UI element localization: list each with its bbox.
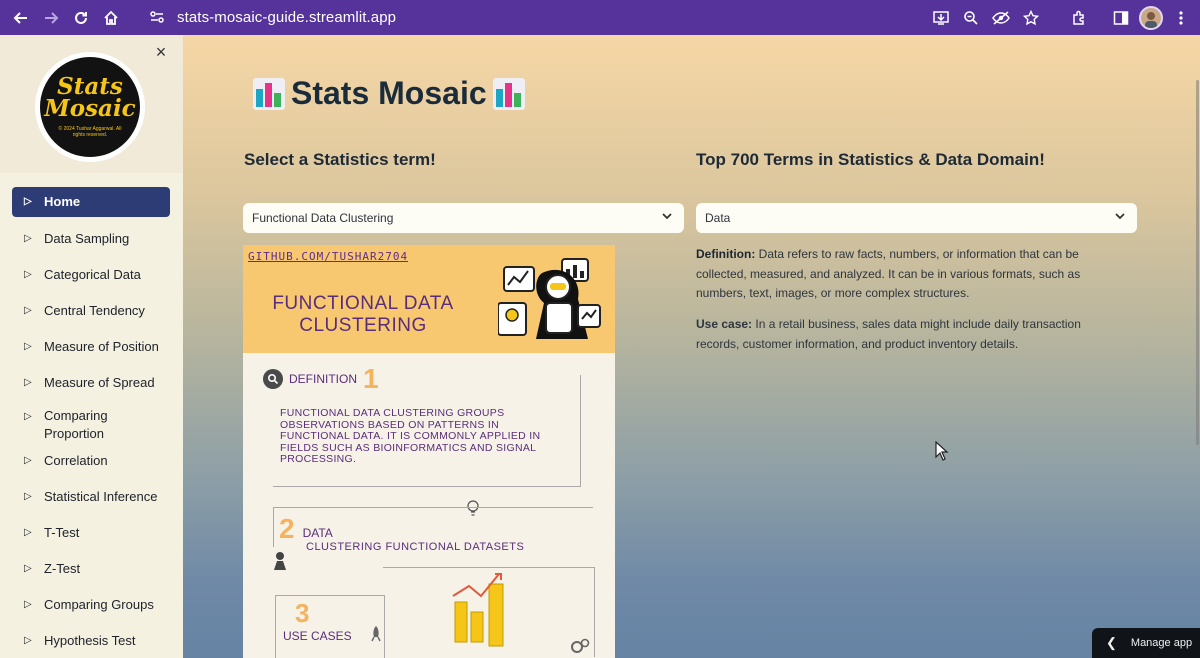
- main-content: Stats Mosaic Select a Statistics term! T…: [183, 35, 1200, 658]
- triangle-right-icon: ▷: [24, 455, 32, 466]
- address-bar[interactable]: stats-mosaic-guide.streamlit.app: [143, 4, 1031, 30]
- sidebar-item-t-test[interactable]: ▷ T-Test: [12, 517, 170, 547]
- forward-arrow-icon[interactable]: [36, 3, 66, 33]
- sidebar-item-home[interactable]: ▷ Home: [12, 187, 170, 217]
- growth-chart-icon: [452, 573, 504, 647]
- term-infographic: GITHUB.COM/TUSHAR2704 FUNCTIONAL DATA CL…: [243, 245, 615, 658]
- back-arrow-icon[interactable]: [6, 3, 36, 33]
- definition-heading: DEFINITION 1: [263, 363, 379, 395]
- bar-chart-icon: [492, 77, 525, 110]
- triangle-right-icon: ▷: [24, 269, 32, 280]
- sidebar: Stats Mosaic © 2024 Tushar Aggarwal. All…: [0, 35, 183, 658]
- robot-illustration-icon: [498, 258, 601, 339]
- app-logo: Stats Mosaic © 2024 Tushar Aggarwal. All…: [35, 52, 145, 162]
- rocket-icon: [371, 626, 381, 642]
- triangle-right-icon: ▷: [24, 377, 32, 388]
- definition-paragraph: Definition: Data refers to raw facts, nu…: [696, 245, 1106, 304]
- site-settings-icon[interactable]: [143, 4, 171, 30]
- usecase-label: Use case:: [696, 317, 753, 331]
- reload-icon[interactable]: [66, 3, 96, 33]
- sidebar-item-comparing-groups[interactable]: ▷ Comparing Groups: [12, 589, 170, 619]
- sidebar-item-data-sampling[interactable]: ▷ Data Sampling: [12, 223, 170, 253]
- close-sidebar-icon[interactable]: ×: [152, 42, 170, 62]
- sidebar-item-measure-of-spread[interactable]: ▷ Measure of Spread: [12, 367, 170, 397]
- sidebar-header: Stats Mosaic © 2024 Tushar Aggarwal. All…: [0, 35, 183, 173]
- sidebar-item-measure-of-position[interactable]: ▷ Measure of Position: [12, 331, 170, 361]
- manage-app-button[interactable]: ❮ Manage app: [1092, 628, 1200, 658]
- person-plant-icon: [274, 552, 286, 570]
- triangle-right-icon: ▷: [24, 305, 32, 316]
- profile-avatar[interactable]: [1136, 3, 1166, 33]
- logo-line-2: Mosaic: [44, 95, 136, 122]
- more-menu-icon[interactable]: [1166, 3, 1196, 33]
- main-scrollbar[interactable]: [1196, 80, 1199, 445]
- triangle-right-icon: ▷: [24, 196, 32, 207]
- sidebar-item-central-tendency[interactable]: ▷ Central Tendency: [12, 295, 170, 325]
- definition-label: Definition:: [696, 247, 756, 261]
- triangle-right-icon: ▷: [24, 599, 32, 610]
- top-terms-select[interactable]: Data: [696, 203, 1137, 233]
- side-panel-icon[interactable]: [1106, 3, 1136, 33]
- triangle-right-icon: ▷: [24, 233, 32, 244]
- sidebar-item-comparing-proportion[interactable]: ▷ Comparing Proportion: [12, 403, 170, 445]
- triangle-right-icon: ▷: [24, 411, 32, 422]
- zoom-icon[interactable]: [956, 3, 986, 33]
- sidebar-item-hypothesis-test[interactable]: ▷ Hypothesis Test: [12, 625, 170, 655]
- section-number-3: 3: [295, 598, 310, 628]
- nav-menu: ▷ Home ▷ Data Sampling ▷ Categorical Data ▷…: [0, 187, 183, 658]
- sidebar-item-categorical-data[interactable]: ▷ Categorical Data: [12, 259, 170, 289]
- gears-icon: [571, 638, 590, 653]
- usecase-text: In a retail business, sales data might i…: [696, 317, 1081, 351]
- infographic-title: FUNCTIONAL DATA CLUSTERING: [272, 293, 454, 336]
- eye-off-icon[interactable]: [986, 3, 1016, 33]
- magnifier-icon: [263, 369, 283, 389]
- triangle-right-icon: ▷: [24, 341, 32, 352]
- manage-app-label: Manage app: [1130, 637, 1193, 649]
- select-term-heading: Select a Statistics term!: [244, 150, 436, 169]
- logo-copyright: © 2024 Tushar Aggarwal. All rights reser…: [58, 126, 122, 138]
- url-text[interactable]: stats-mosaic-guide.streamlit.app: [177, 9, 396, 26]
- github-link-text: GITHUB.COM/TUSHAR2704: [248, 250, 409, 263]
- extensions-icon[interactable]: [1064, 3, 1094, 33]
- term-select-value: Functional Data Clustering: [252, 211, 394, 225]
- sidebar-item-correlation[interactable]: ▷ Correlation: [12, 445, 170, 475]
- bookmark-star-icon[interactable]: [1016, 3, 1046, 33]
- triangle-right-icon: ▷: [24, 491, 32, 502]
- bar-chart-icon: [253, 77, 285, 110]
- triangle-right-icon: ▷: [24, 527, 32, 538]
- section-number-2: 2: [279, 513, 295, 544]
- chevron-down-icon: [662, 213, 672, 220]
- data-subtext: CLUSTERING FUNCTIONAL DATASETS: [306, 541, 525, 553]
- section-number-1: 1: [363, 363, 379, 394]
- usecase-heading: 3 USE CASES: [283, 598, 352, 643]
- infographic-definition-text: Functional data clustering groups observ…: [280, 407, 541, 465]
- home-icon[interactable]: [96, 3, 126, 33]
- page-title: Stats Mosaic: [247, 75, 531, 112]
- page-title-text: Stats Mosaic: [291, 75, 487, 111]
- triangle-right-icon: ▷: [24, 635, 32, 646]
- browser-toolbar: stats-mosaic-guide.streamlit.app: [0, 0, 1200, 35]
- usecase-paragraph: Use case: In a retail business, sales da…: [696, 315, 1106, 354]
- top-terms-heading: Top 700 Terms in Statistics & Data Domai…: [696, 150, 1045, 169]
- term-select[interactable]: Functional Data Clustering: [243, 203, 684, 233]
- install-app-icon[interactable]: [926, 3, 956, 33]
- chevron-left-icon: ❮: [1106, 635, 1117, 650]
- triangle-right-icon: ▷: [24, 563, 32, 574]
- mouse-cursor-icon: [935, 441, 949, 461]
- chevron-down-icon: [1115, 213, 1125, 220]
- sidebar-item-statistical-inference[interactable]: ▷ Statistical Inference: [12, 481, 170, 511]
- sidebar-item-z-test[interactable]: ▷ Z-Test: [12, 553, 170, 583]
- top-terms-select-value: Data: [705, 211, 731, 225]
